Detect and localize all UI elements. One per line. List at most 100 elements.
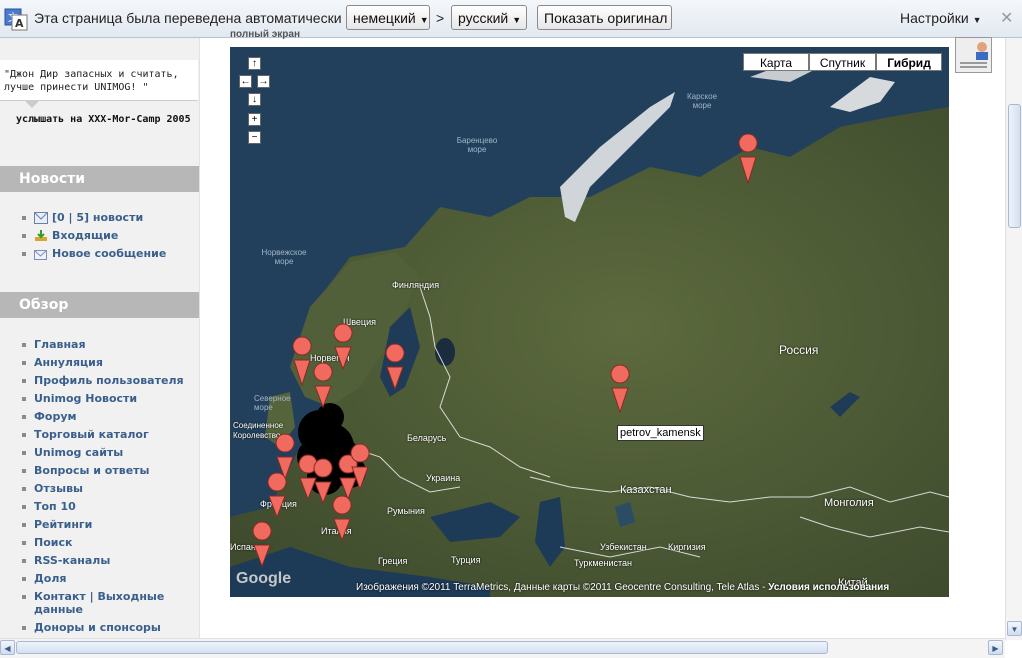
- map-marker-icon: [298, 454, 318, 501]
- translate-message: Эта страница была переведена автоматичес…: [34, 10, 342, 26]
- bullet: [22, 415, 26, 419]
- news-item-inbox[interactable]: Входящие: [22, 229, 118, 242]
- nav-item-sites[interactable]: Unimog сайты: [22, 446, 123, 459]
- translate-bar: 文 A Эта страница была переведена автомат…: [0, 0, 1022, 38]
- new-message-icon: [34, 248, 48, 260]
- bullet: [22, 559, 26, 563]
- nav-item-top10[interactable]: Топ 10: [22, 500, 76, 513]
- scroll-down-icon[interactable]: ▼: [1007, 621, 1022, 636]
- source-language-select[interactable]: немецкий ▼: [346, 5, 430, 30]
- bullet: [22, 505, 26, 509]
- scroll-right-icon[interactable]: ▶: [988, 640, 1003, 655]
- nav-item-rss[interactable]: RSS-каналы: [22, 554, 110, 567]
- map-marker-icon: [332, 495, 352, 542]
- target-language-select[interactable]: русский ▼: [451, 5, 527, 30]
- news-block-title: Новости: [0, 166, 199, 192]
- vertical-scroll-thumb[interactable]: [1008, 104, 1021, 228]
- map-marker-icon: [267, 472, 287, 519]
- horizontal-scrollbar[interactable]: ◀ ▶: [0, 638, 1005, 658]
- nav-item-label: Отзывы: [34, 482, 83, 495]
- nav-item-label: Доля: [34, 572, 67, 585]
- map-marker-icon: [275, 433, 295, 481]
- mail-icon: [34, 212, 48, 224]
- map-marker-icon: [385, 343, 405, 391]
- bullet: [22, 626, 26, 630]
- nav-item-contact[interactable]: Контакт | Выходные данные: [22, 590, 194, 616]
- map-marker-icon: [738, 133, 758, 185]
- map-marker-icon: [313, 362, 333, 409]
- google-logo: Google: [236, 570, 292, 587]
- svg-text:A: A: [15, 17, 24, 30]
- map-marker-icon: [292, 336, 312, 387]
- translate-settings-menu[interactable]: Настройки ▼: [900, 10, 982, 26]
- nav-item-catalog[interactable]: Торговый каталог: [22, 428, 149, 441]
- nav-item-ratings[interactable]: Рейтинги: [22, 518, 92, 531]
- user-avatar[interactable]: [955, 37, 992, 73]
- chevron-down-icon: ▼: [419, 15, 429, 25]
- close-icon[interactable]: ✕: [1000, 8, 1013, 28]
- bullet: [22, 523, 26, 527]
- sidebar: "Джон Дир запасных и считать, лучше прин…: [0, 38, 200, 640]
- nav-item-profile[interactable]: Профиль пользователя: [22, 374, 184, 387]
- scroll-left-icon[interactable]: ◀: [0, 640, 15, 655]
- satellite-map[interactable]: Карта Спутник Гибрид ↑ ← → ↓ + − Россия …: [230, 47, 949, 597]
- bullet: [22, 595, 26, 599]
- chevron-down-icon: ▼: [512, 15, 522, 25]
- horizontal-scroll-thumb[interactable]: [16, 641, 828, 654]
- overview-block-title: Обзор: [0, 292, 199, 318]
- target-language-label: русский: [458, 10, 509, 26]
- attribution-text: Изображения ©2011 TerraMetrics, Данные к…: [356, 582, 769, 593]
- nav-item-label: Аннуляция: [34, 356, 103, 369]
- nav-item-label: Форум: [34, 410, 77, 423]
- nav-item-label: Unimog сайты: [34, 446, 124, 459]
- nav-item-logout[interactable]: Аннуляция: [22, 356, 103, 369]
- news-item-label: [0 | 5] новости: [52, 211, 144, 224]
- nav-item-label: RSS-каналы: [34, 554, 111, 567]
- nav-item-label: Контакт | Выходные данные: [34, 590, 165, 616]
- show-original-button[interactable]: Показать оригинал: [537, 5, 672, 30]
- quote-text: "Джон Дир запасных и считать, лучше прин…: [4, 69, 179, 93]
- bullet: [22, 234, 26, 238]
- nav-item-forum[interactable]: Форум: [22, 410, 77, 423]
- bullet: [22, 541, 26, 545]
- map-marker-icon: [333, 323, 353, 371]
- nav-item-label: Топ 10: [34, 500, 76, 513]
- quote-bubble-tail: [24, 100, 40, 108]
- nav-item-label: Профиль пользователя: [34, 374, 184, 387]
- quote-source: услышать на XXX-Mor-Camp 2005: [16, 114, 191, 125]
- bullet: [22, 433, 26, 437]
- google-translate-icon: 文 A: [4, 7, 28, 31]
- nav-item-label: Unimog Новости: [34, 392, 138, 405]
- nav-item-sponsors[interactable]: Доноры и спонсоры: [22, 621, 161, 634]
- nav-item-search[interactable]: Поиск: [22, 536, 72, 549]
- nav-item-label: Торговый каталог: [34, 428, 149, 441]
- nav-item-faq[interactable]: Вопросы и ответы: [22, 464, 149, 477]
- settings-label: Настройки: [900, 10, 969, 26]
- nav-item-share[interactable]: Доля: [22, 572, 66, 585]
- bullet: [22, 397, 26, 401]
- nav-item-home[interactable]: Главная: [22, 338, 86, 351]
- nav-item-label: Доноры и спонсоры: [34, 621, 161, 634]
- map-attribution: Изображения ©2011 TerraMetrics, Данные к…: [356, 582, 889, 593]
- terms-of-use-link[interactable]: Условия использования: [768, 582, 889, 593]
- nav-item-label: Вопросы и ответы: [34, 464, 150, 477]
- nav-item-label: Поиск: [34, 536, 73, 549]
- bullet: [22, 252, 26, 256]
- news-item-new-message[interactable]: Новое сообщение: [22, 247, 166, 260]
- fullscreen-link[interactable]: полный экран: [230, 29, 300, 40]
- marker-layer: [252, 133, 758, 568]
- map-marker-icon: [313, 458, 333, 505]
- map-marker-icon: [252, 521, 272, 568]
- nav-item-reviews[interactable]: Отзывы: [22, 482, 83, 495]
- bullet: [22, 577, 26, 581]
- map-marker-icon: [338, 454, 358, 501]
- bullet: [22, 216, 26, 220]
- bullet: [22, 379, 26, 383]
- news-item-unread[interactable]: [0 | 5] новости: [22, 211, 143, 224]
- chevron-down-icon: ▼: [972, 15, 982, 25]
- vertical-scrollbar[interactable]: ▼: [1005, 38, 1022, 640]
- nav-item-news[interactable]: Unimog Новости: [22, 392, 137, 405]
- bullet: [22, 343, 26, 347]
- bullet: [22, 487, 26, 491]
- bullet: [22, 469, 26, 473]
